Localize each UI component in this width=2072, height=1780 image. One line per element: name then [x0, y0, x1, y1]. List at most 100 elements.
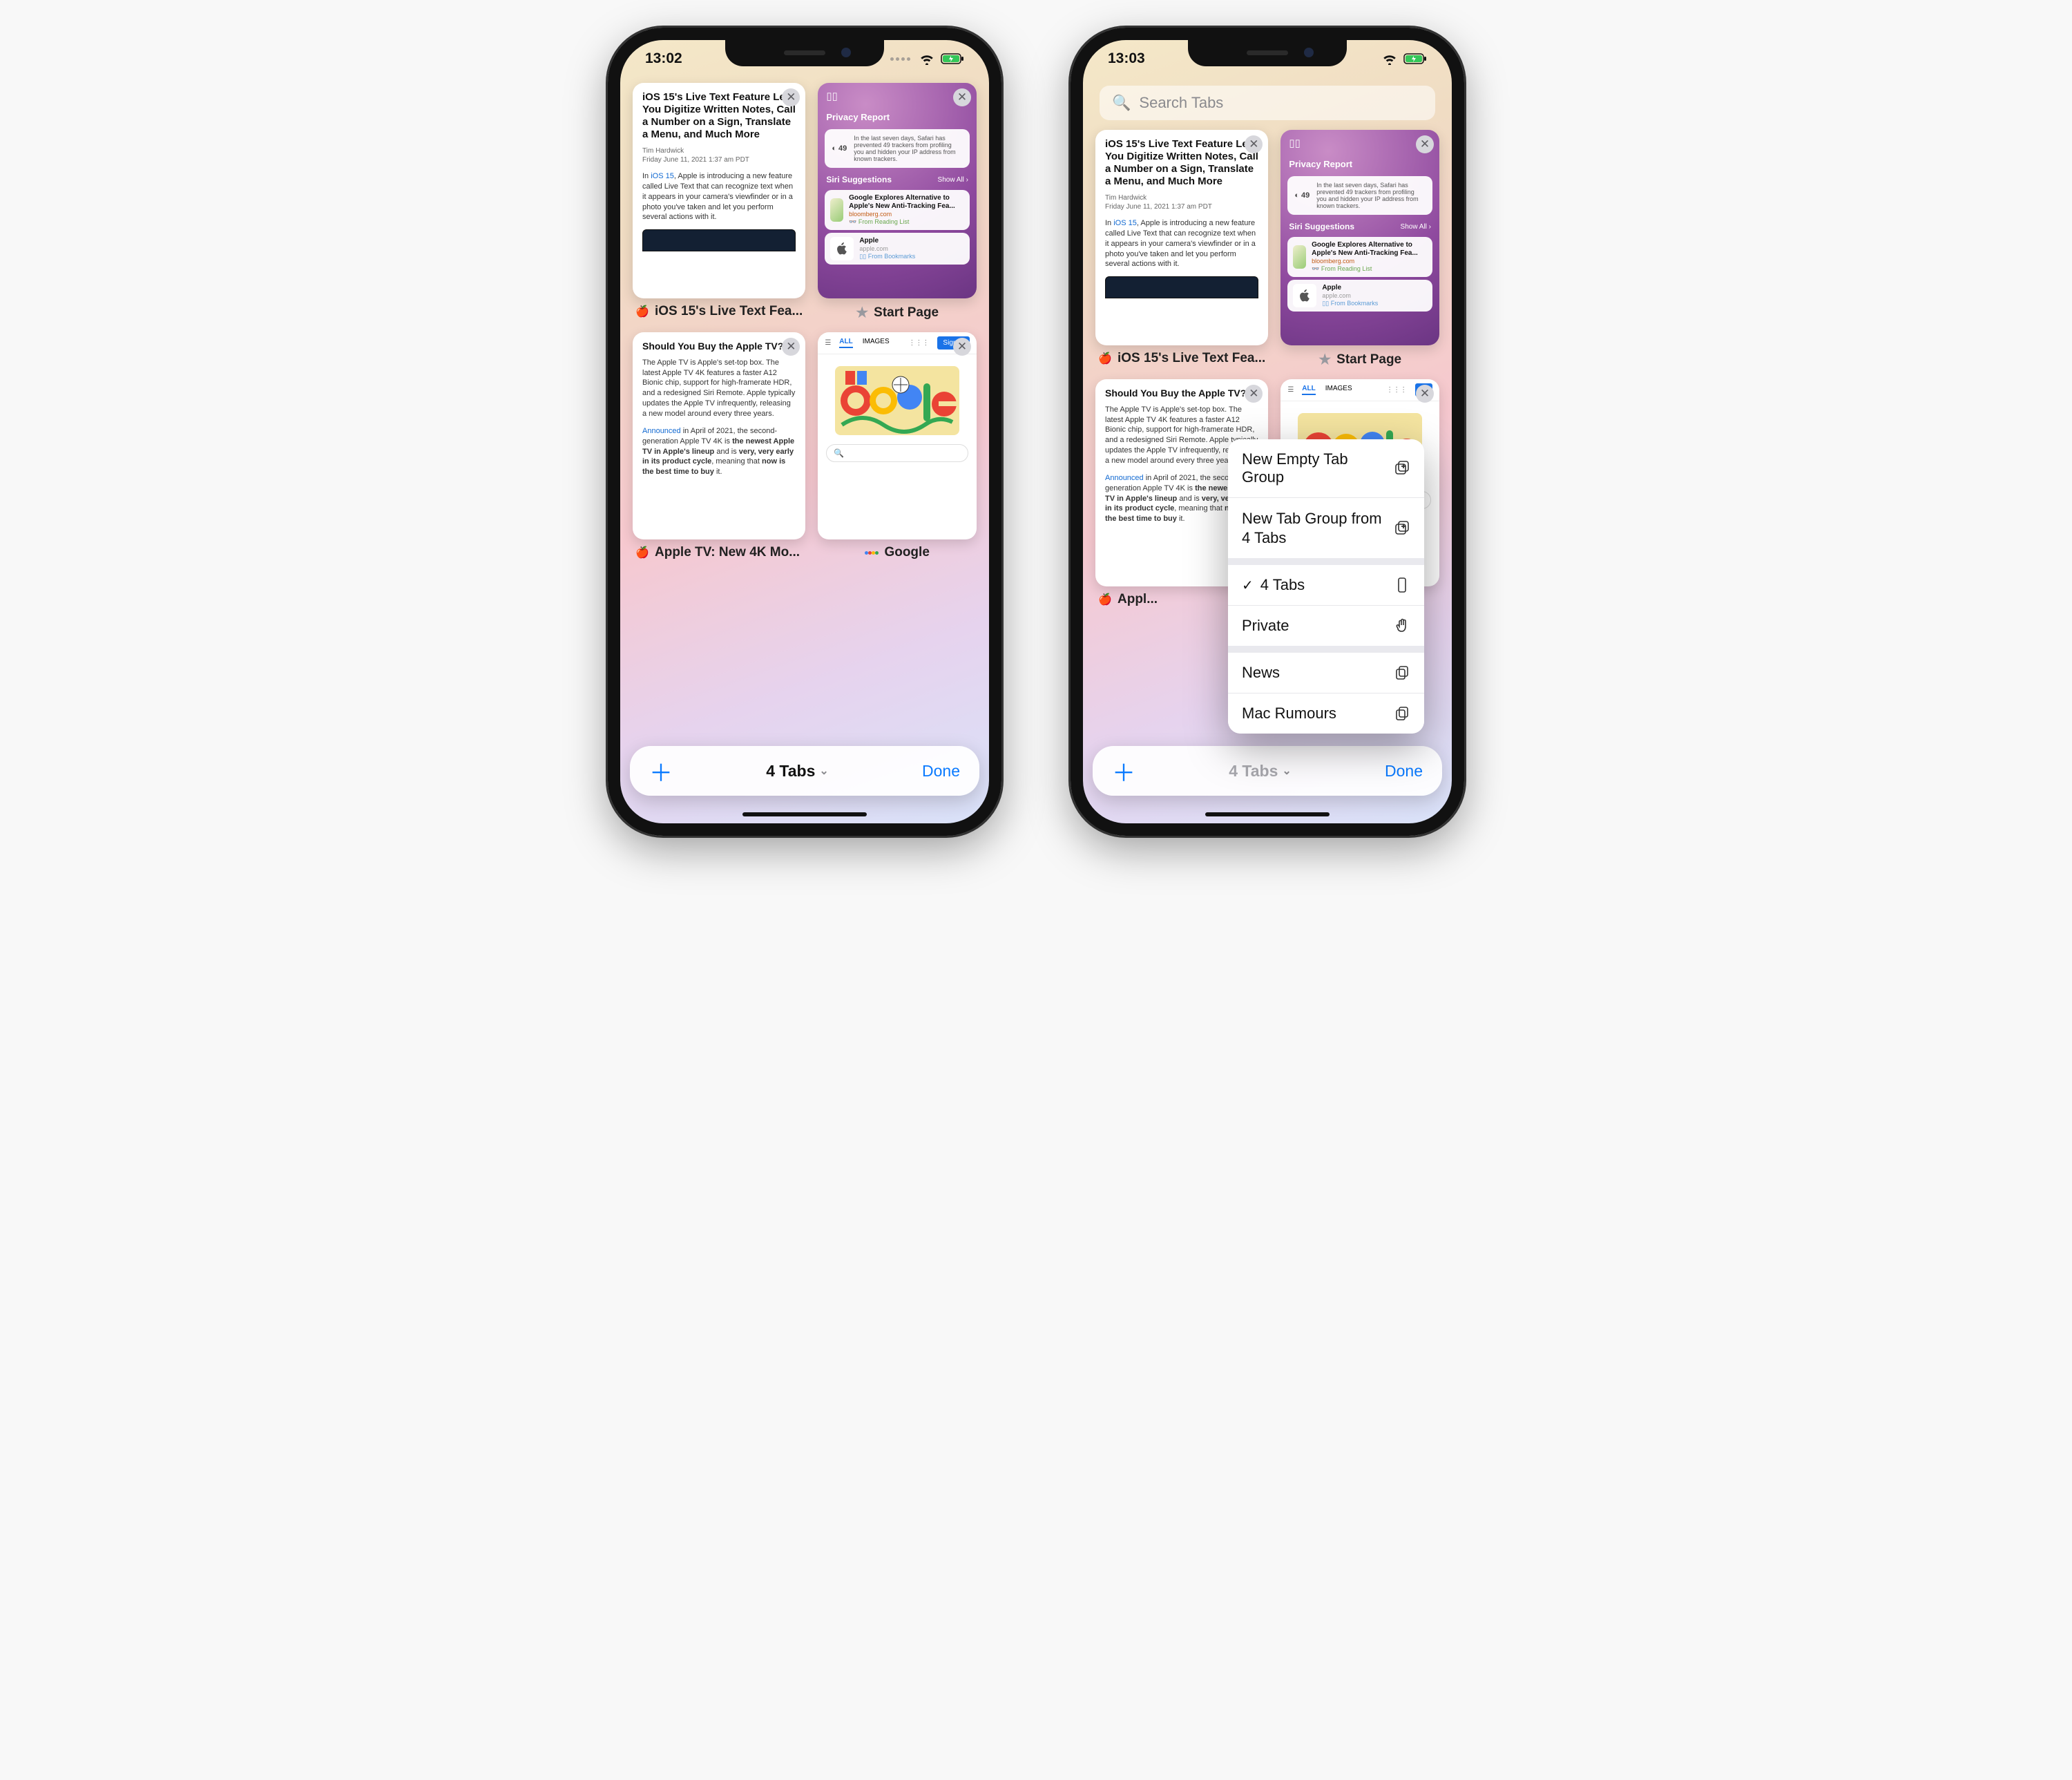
article-body: In iOS 15, Apple is introducing a new fe… — [642, 171, 796, 222]
iphone-left: 13:02 ✕ iOS 15's Live Text Feature Lets … — [608, 28, 1001, 836]
readinglist-icon: 👓 From Reading List — [1312, 265, 1372, 272]
star-icon: ★ — [856, 304, 868, 321]
article-body: The Apple TV is Apple's set-top box. The… — [642, 358, 796, 419]
iphone-right: 13:03 🔍 Search Tabs ✕ iOS 15's Live Text… — [1071, 28, 1464, 836]
battery-charging-icon — [1403, 52, 1427, 65]
google-search-input[interactable]: 🔍 — [826, 444, 968, 462]
article-headline: iOS 15's Live Text Feature Lets You Digi… — [1105, 138, 1258, 188]
menu-group-macrumours[interactable]: Mac Rumours — [1228, 693, 1424, 734]
google-doodle-icon — [835, 363, 959, 439]
search-tabs-input[interactable]: 🔍 Search Tabs — [1100, 86, 1435, 120]
shield-icon: ◐49 — [832, 135, 847, 162]
menu-private[interactable]: Private — [1228, 606, 1424, 646]
favicon-macrumors-icon: 🍎 — [635, 305, 649, 318]
favicon-macrumors-icon: 🍎 — [1098, 593, 1112, 606]
google-tab-all[interactable]: ALL — [1302, 385, 1315, 395]
magnifier-icon: 🔍 — [1112, 94, 1131, 112]
privacy-report-label: Privacy Report — [1289, 159, 1352, 169]
done-button[interactable]: Done — [922, 762, 960, 781]
phone-icon — [1394, 577, 1410, 593]
close-tab-button[interactable]: ✕ — [1416, 135, 1434, 153]
bookmarks-icon: ▯▯ From Bookmarks — [1322, 300, 1378, 307]
home-indicator[interactable] — [742, 812, 867, 816]
google-tab-images[interactable]: IMAGES — [863, 338, 890, 348]
copy-icon — [1394, 705, 1410, 722]
tab-title-label: iOS 15's Live Text Fea... — [1117, 351, 1265, 366]
tab-title-label: iOS 15's Live Text Fea... — [655, 304, 803, 319]
google-tab-all[interactable]: ALL — [839, 338, 852, 348]
siri-suggestions-label: Siri Suggestions — [1289, 222, 1354, 231]
copy-icon — [1394, 664, 1410, 681]
new-group-plus-icon — [1394, 520, 1410, 537]
favicon-google-icon — [865, 546, 879, 559]
readinglist-icon: 👓 From Reading List — [849, 218, 909, 225]
tab-cell-start-page[interactable]: ✕ ▯▯ Privacy Report ◐49 In the last seven… — [1280, 130, 1439, 370]
tab-group-switcher[interactable]: 4 Tabs⌄ — [766, 762, 829, 781]
close-tab-button[interactable]: ✕ — [953, 338, 971, 356]
close-tab-button[interactable]: ✕ — [1416, 385, 1434, 403]
article-author: Tim Hardwick — [642, 146, 796, 155]
suggestion-row[interactable]: Appleapple.com▯▯ From Bookmarks — [1287, 280, 1432, 312]
book-icon: ▯▯ — [1289, 137, 1301, 149]
tab-title-label: Apple TV: New 4K Mo... — [655, 545, 800, 560]
menu-current-tabs[interactable]: ✓4 Tabs — [1228, 565, 1424, 606]
home-indicator[interactable] — [1205, 812, 1330, 816]
tab-cell-live-text[interactable]: ✕ iOS 15's Live Text Feature Lets You Di… — [633, 83, 805, 323]
tab-group-menu: New Empty Tab Group New Tab Group from 4… — [1228, 439, 1424, 734]
article-date: Friday June 11, 2021 1:37 am PDT — [1105, 202, 1258, 211]
new-tab-button[interactable]: ＋ — [1112, 754, 1135, 788]
menu-group-news[interactable]: News — [1228, 653, 1424, 693]
wifi-icon — [1381, 52, 1398, 65]
hamburger-icon[interactable]: ☰ — [825, 339, 831, 347]
shield-icon: ◐49 — [1294, 182, 1310, 209]
done-button[interactable]: Done — [1385, 762, 1423, 781]
siri-suggestions-label: Siri Suggestions — [826, 175, 892, 184]
tab-title-label: Appl... — [1117, 592, 1158, 607]
apps-grid-icon[interactable]: ⋮⋮⋮ — [1386, 386, 1407, 394]
menu-new-empty-group[interactable]: New Empty Tab Group — [1228, 439, 1424, 498]
status-time: 13:02 — [645, 50, 682, 67]
suggestion-thumb-icon — [830, 198, 843, 222]
article-date: Friday June 11, 2021 1:37 am PDT — [642, 155, 796, 164]
favicon-macrumors-icon: 🍎 — [1098, 352, 1112, 365]
article-headline: Should You Buy the Apple TV? — [1105, 387, 1258, 399]
apple-logo-icon — [830, 237, 854, 260]
privacy-report-label: Privacy Report — [826, 112, 890, 122]
suggestion-row[interactable]: Google Explores Alternative to Apple's N… — [1287, 237, 1432, 277]
tab-cell-google[interactable]: ✕ ☰ ALL IMAGES ⋮⋮⋮ Sign in — [818, 332, 977, 562]
chevron-down-icon: ⌄ — [819, 764, 828, 778]
google-tab-images[interactable]: IMAGES — [1325, 385, 1352, 395]
bottom-bar: ＋ 4 Tabs⌄ Done — [1093, 746, 1442, 796]
recording-dots-icon — [890, 57, 910, 61]
status-time: 13:03 — [1108, 50, 1145, 67]
tab-title-label: Start Page — [1336, 352, 1401, 367]
article-body: In iOS 15, Apple is introducing a new fe… — [1105, 218, 1258, 269]
suggestion-thumb-icon — [1293, 245, 1306, 269]
privacy-text: In the last seven days, Safari has preve… — [1316, 182, 1426, 209]
suggestion-row[interactable]: Appleapple.com▯▯ From Bookmarks — [825, 233, 970, 265]
book-icon: ▯▯ — [826, 90, 838, 102]
hamburger-icon[interactable]: ☰ — [1287, 386, 1294, 394]
apple-logo-icon — [1293, 284, 1316, 307]
tab-cell-apple-tv[interactable]: ✕ Should You Buy the Apple TV? The Apple… — [633, 332, 805, 562]
notch — [725, 40, 884, 66]
tab-group-switcher[interactable]: 4 Tabs⌄ — [1229, 762, 1292, 781]
chevron-down-icon: ⌄ — [1282, 764, 1291, 778]
search-placeholder: Search Tabs — [1139, 94, 1223, 112]
new-tab-button[interactable]: ＋ — [649, 754, 673, 788]
tab-cell-start-page[interactable]: ✕ ▯▯ Privacy Report ◐49 In the last seve… — [818, 83, 977, 323]
show-all-button[interactable]: Show All › — [938, 176, 968, 184]
show-all-button[interactable]: Show All › — [1401, 223, 1431, 231]
article-image-placeholder — [642, 229, 796, 251]
bottom-bar: ＋ 4 Tabs⌄ Done — [630, 746, 979, 796]
menu-new-group-from-tabs[interactable]: New Tab Group from 4 Tabs — [1228, 498, 1424, 558]
suggestion-row[interactable]: Google Explores Alternative to Apple's N… — [825, 190, 970, 230]
close-tab-button[interactable]: ✕ — [953, 88, 971, 106]
magnifier-icon: 🔍 — [834, 448, 844, 458]
article-headline: Should You Buy the Apple TV? — [642, 341, 796, 352]
new-group-icon — [1394, 460, 1410, 477]
star-icon: ★ — [1318, 351, 1331, 368]
tab-cell-live-text[interactable]: ✕ iOS 15's Live Text Feature Lets You Di… — [1095, 130, 1268, 370]
wifi-icon — [919, 52, 935, 65]
apps-grid-icon[interactable]: ⋮⋮⋮ — [908, 339, 929, 347]
